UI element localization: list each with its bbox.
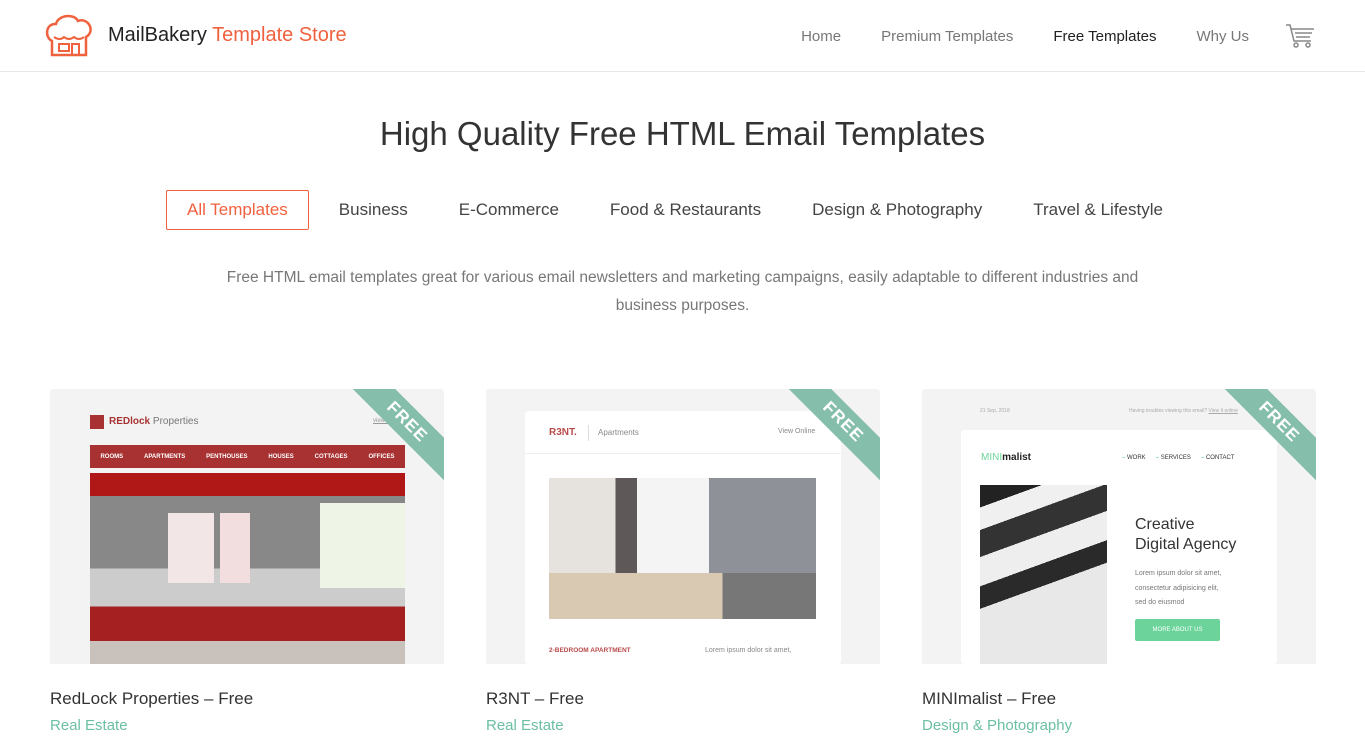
preview-view-online: View it online — [1208, 408, 1238, 414]
preview-text: consectetur adipisicing elit, — [1135, 584, 1219, 592]
nav-home[interactable]: Home — [801, 28, 841, 45]
page-description: Free HTML email templates great for vari… — [226, 269, 1139, 314]
tab-travel-lifestyle[interactable]: Travel & Lifestyle — [1012, 190, 1184, 230]
free-badge: FREE — [343, 389, 444, 486]
template-card-r3nt[interactable]: R3NT. Apartments View Online 2-BEDROOM A… — [486, 389, 880, 734]
preview-heading: 2-BEDROOM APARTMENT — [549, 647, 631, 654]
preview-link: View Online — [778, 428, 816, 435]
preview-brand-a: MINI — [981, 452, 1003, 463]
preview-menu-item: HOUSES — [268, 453, 294, 460]
main-nav: Home Premium Templates Free Templates Wh… — [761, 0, 1315, 72]
card-title[interactable]: RedLock Properties – Free — [50, 689, 444, 709]
preview-heading-2: Digital Agency — [1135, 536, 1237, 553]
preview-brand-rest: Properties — [150, 416, 199, 427]
brand-name: MailBakery — [108, 23, 207, 46]
preview-text: Lorem ipsum dolor sit amet, — [1135, 570, 1222, 577]
tab-all-templates[interactable]: All Templates — [166, 190, 309, 230]
card-category[interactable]: Design & Photography — [922, 717, 1316, 734]
preview-date: 21 Sep, 2018 — [980, 408, 1010, 414]
template-card-minimalist[interactable]: 21 Sep, 2018 Having troubles viewing thi… — [922, 389, 1316, 734]
preview-image — [980, 485, 1107, 664]
lock-icon — [90, 415, 104, 429]
card-category[interactable]: Real Estate — [486, 717, 880, 734]
cart-icon[interactable] — [1285, 23, 1315, 49]
template-preview[interactable]: REDlock Properties view online ROOMSAPAR… — [50, 389, 444, 664]
tab-e-commerce[interactable]: E-Commerce — [438, 190, 580, 230]
preview-menu-item: – CONTACT — [1200, 455, 1235, 461]
preview-image — [549, 478, 816, 619]
nav-why-us[interactable]: Why Us — [1197, 28, 1250, 45]
preview-menu-item: ROOMS — [100, 453, 124, 460]
card-title[interactable]: R3NT – Free — [486, 689, 880, 709]
tab-business[interactable]: Business — [318, 190, 429, 230]
template-preview[interactable]: 21 Sep, 2018 Having troubles viewing thi… — [922, 389, 1316, 664]
brand-suffix: Template Store — [212, 23, 347, 46]
tab-design-photography[interactable]: Design & Photography — [791, 190, 1003, 230]
preview-menu-item: COTTAGES — [314, 453, 348, 460]
tab-food-restaurants[interactable]: Food & Restaurants — [589, 190, 782, 230]
preview-menu-item: PENTHOUSES — [206, 453, 248, 460]
page-title: High Quality Free HTML Email Templates — [379, 115, 986, 152]
preview-trouble: Having troubles viewing this email? — [1129, 408, 1208, 414]
preview-sub: Apartments — [598, 428, 639, 437]
preview-image — [90, 473, 405, 664]
preview-brand: R3NT. — [549, 427, 577, 438]
preview-brand-b: malist — [1002, 452, 1032, 463]
preview-menu-item: – WORK — [1122, 455, 1146, 461]
preview-menu-item: – SERVICES — [1155, 455, 1191, 461]
nav-free-templates[interactable]: Free Templates — [1053, 28, 1156, 45]
template-preview[interactable]: R3NT. Apartments View Online 2-BEDROOM A… — [486, 389, 880, 664]
preview-brand: REDlock — [109, 416, 151, 427]
preview-menu: ROOMS APARTMENTS PENTHOUSES HOUSES COTTAGES O… — [90, 445, 405, 468]
preview-text: sed do eiusmod — [1135, 599, 1185, 606]
header: MailBakery Template Store Home Premium T… — [0, 0, 1365, 72]
card-title[interactable]: MINImalist – Free — [922, 689, 1316, 709]
preview-menu-item: APARTMENTS — [144, 453, 186, 460]
preview-button: MORE ABOUT US — [1135, 619, 1220, 641]
preview-text: Lorem ipsum dolor sit amet, — [705, 647, 792, 654]
template-card-redlock[interactable]: REDlock Properties view online ROOMSAPAR… — [50, 389, 444, 734]
nav-premium-templates[interactable]: Premium Templates — [881, 28, 1013, 45]
category-tabs: All Templates Business E-Commerce Food &… — [166, 190, 1193, 230]
card-category[interactable]: Real Estate — [50, 717, 444, 734]
preview-menu: – WORK – SERVICES – CONTACT — [1122, 455, 1235, 461]
bakery-logo-icon — [45, 14, 92, 57]
logo[interactable]: MailBakery Template Store — [44, 13, 347, 57]
preview-menu-item: OFFICES — [368, 453, 395, 460]
preview-heading-1: Creative — [1135, 516, 1195, 533]
